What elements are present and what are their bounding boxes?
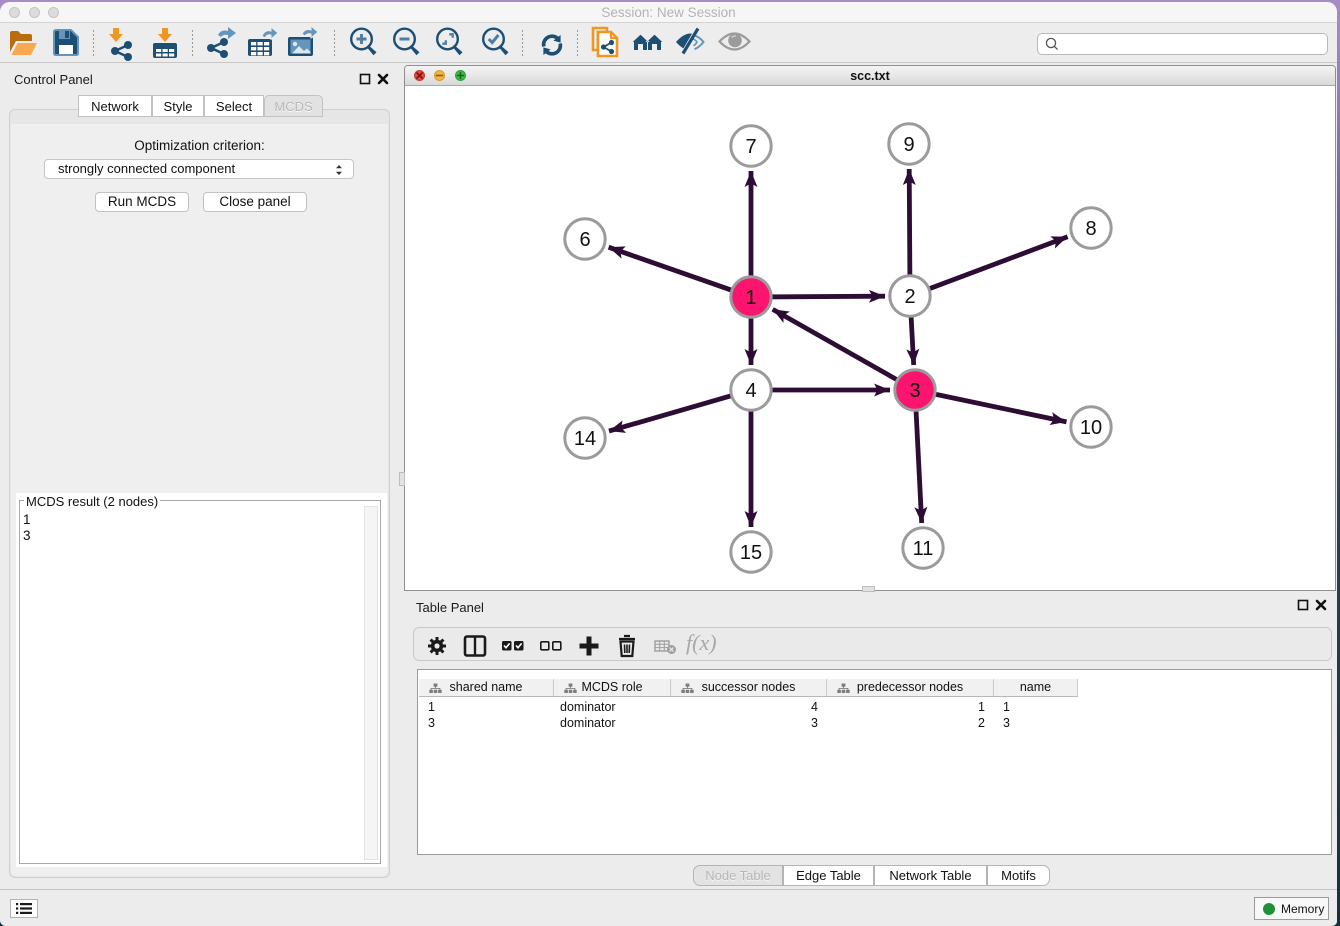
svg-text:14: 14 <box>573 428 595 450</box>
svg-text:6: 6 <box>579 229 590 251</box>
svg-text:1: 1 <box>745 287 756 309</box>
svg-text:3: 3 <box>909 380 920 402</box>
svg-text:4: 4 <box>745 380 756 402</box>
svg-text:11: 11 <box>912 538 933 560</box>
svg-text:8: 8 <box>1085 218 1096 240</box>
svg-text:15: 15 <box>739 542 761 564</box>
svg-text:2: 2 <box>904 286 915 308</box>
svg-text:7: 7 <box>745 136 756 158</box>
svg-text:9: 9 <box>903 134 914 156</box>
svg-text:10: 10 <box>1079 417 1101 439</box>
